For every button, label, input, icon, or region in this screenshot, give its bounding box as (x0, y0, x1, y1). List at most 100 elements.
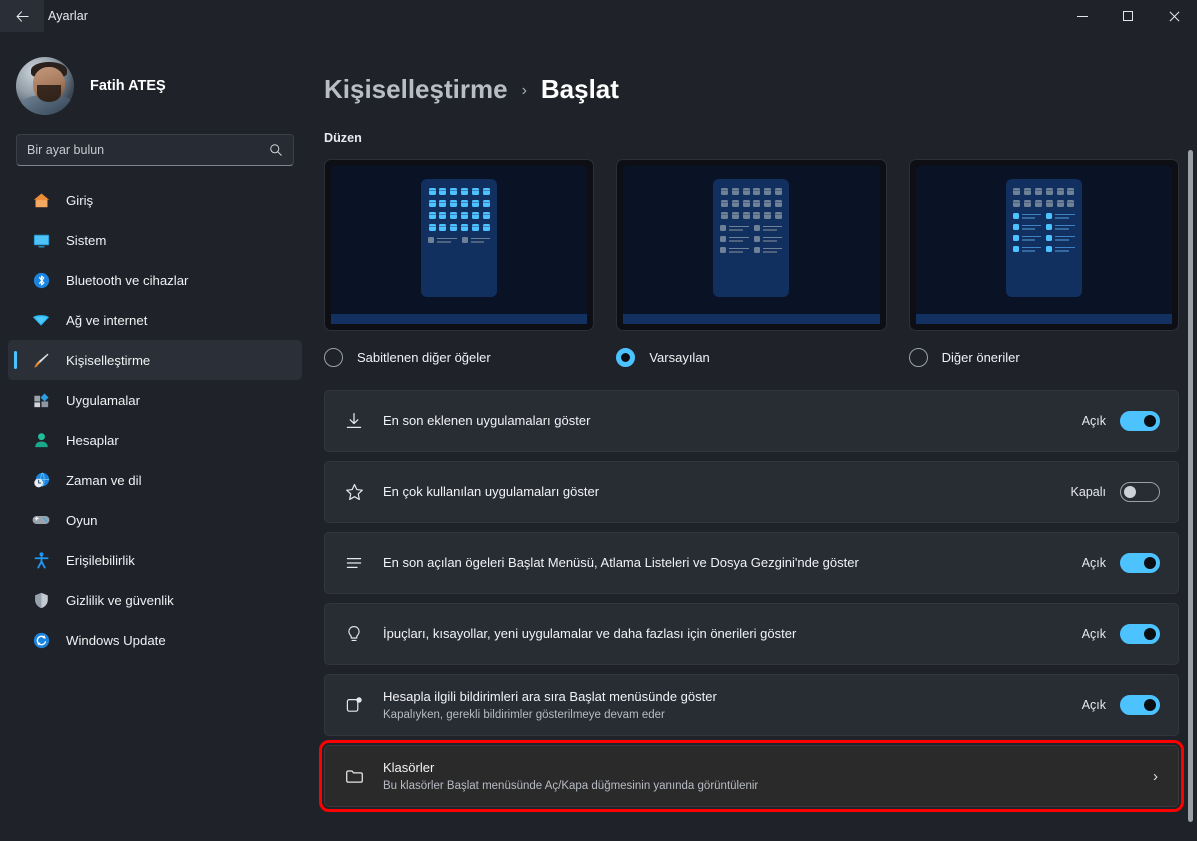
layout-radio-default[interactable]: Varsayılan (616, 347, 886, 367)
page-title: Başlat (541, 74, 619, 105)
scrollbar-thumb[interactable] (1188, 150, 1193, 822)
arrow-left-icon (15, 9, 30, 24)
layout-radio-more-pins[interactable]: Sabitlenen diğer öğeler (324, 347, 594, 367)
setting-row-most-used-apps[interactable]: En çok kullanılan uygulamaları göster Ka… (324, 461, 1179, 523)
wifi-icon (30, 309, 52, 331)
layout-preview-thumbnail[interactable] (324, 159, 594, 331)
layout-radio-more-recommendations[interactable]: Diğer öneriler (909, 347, 1179, 367)
monitor-icon (30, 229, 52, 251)
sidebar-item-label: Uygulamalar (66, 393, 140, 408)
search-section (0, 122, 310, 166)
layout-option-label: Varsayılan (649, 350, 709, 365)
close-button[interactable] (1151, 0, 1197, 32)
star-icon (341, 482, 367, 503)
setting-row-recently-added-apps[interactable]: En son eklenen uygulamaları göster Açık (324, 390, 1179, 452)
sidebar-item-ag-ve-internet[interactable]: Ağ ve internet (8, 300, 302, 340)
lightbulb-icon (341, 624, 367, 644)
radio-button[interactable] (616, 348, 635, 367)
toggle-switch[interactable] (1120, 411, 1160, 431)
chevron-right-icon[interactable]: › (1153, 768, 1160, 785)
update-icon (30, 629, 52, 651)
sidebar-item-label: Giriş (66, 193, 93, 208)
layout-section-label: Düzen (310, 131, 1197, 145)
settings-window: Ayarlar Fatih ATEŞ (0, 0, 1197, 841)
radio-button[interactable] (324, 348, 343, 367)
toggle-state-label: Açık (1082, 698, 1106, 712)
toggle-state-label: Açık (1082, 414, 1106, 428)
layout-options: Sabitlenen diğer öğeler (310, 159, 1197, 367)
layout-preview-thumbnail[interactable] (616, 159, 886, 331)
back-button[interactable] (0, 0, 44, 32)
paintbrush-icon (30, 349, 52, 371)
sidebar-nav: Giriş Sistem Bluetooth ve cihazlar (0, 180, 310, 660)
sidebar-item-label: Kişiselleştirme (66, 353, 150, 368)
layout-option-label: Sabitlenen diğer öğeler (357, 350, 491, 365)
settings-list: En son eklenen uygulamaları göster Açık … (310, 390, 1197, 807)
search-box[interactable] (16, 134, 294, 166)
setting-subtitle: Bu klasörler Başlat menüsünde Aç/Kapa dü… (383, 780, 1153, 792)
sidebar-item-zaman-ve-dil[interactable]: Zaman ve dil (8, 460, 302, 500)
sidebar-item-bluetooth-ve-cihazlar[interactable]: Bluetooth ve cihazlar (8, 260, 302, 300)
setting-title: İpuçları, kısayollar, yeni uygulamalar v… (383, 626, 1082, 643)
setting-title: Hesapla ilgili bildirimleri ara sıra Baş… (383, 689, 1082, 706)
toggle-state-label: Açık (1082, 556, 1106, 570)
window-controls (1059, 0, 1197, 32)
toggle-state-label: Kapalı (1071, 485, 1106, 499)
setting-row-recently-opened-items[interactable]: En son açılan ögeleri Başlat Menüsü, Atl… (324, 532, 1179, 594)
sidebar-item-label: Ağ ve internet (66, 313, 147, 328)
sidebar-item-sistem[interactable]: Sistem (8, 220, 302, 260)
sidebar-item-oyun[interactable]: Oyun (8, 500, 302, 540)
sidebar-item-windows-update[interactable]: Windows Update (8, 620, 302, 660)
gamepad-icon (30, 509, 52, 531)
minimize-button[interactable] (1059, 0, 1105, 32)
shield-icon (30, 589, 52, 611)
sidebar-item-label: Erişilebilirlik (66, 553, 135, 568)
avatar (16, 57, 74, 115)
toggle-state-label: Açık (1082, 627, 1106, 641)
sidebar-item-label: Hesaplar (66, 433, 119, 448)
content-scrollbar[interactable] (1188, 118, 1193, 835)
layout-option-more-recommendations[interactable]: Diğer öneriler (909, 159, 1179, 367)
setting-title: En çok kullanılan uygulamaları göster (383, 484, 1071, 501)
sidebar-item-label: Oyun (66, 513, 98, 528)
content-pane: Kişiselleştirme › Başlat Düzen (310, 32, 1197, 841)
sidebar-item-uygulamalar[interactable]: Uygulamalar (8, 380, 302, 420)
setting-row-folders[interactable]: Klasörler Bu klasörler Başlat menüsünde … (324, 745, 1179, 807)
breadcrumb-parent[interactable]: Kişiselleştirme (324, 74, 508, 105)
close-icon (1168, 10, 1180, 22)
minimize-icon (1077, 16, 1088, 17)
sidebar-item-label: Windows Update (66, 633, 166, 648)
sidebar-item-erisilebilirlik[interactable]: Erişilebilirlik (8, 540, 302, 580)
layout-option-more-pins[interactable]: Sabitlenen diğer öğeler (324, 159, 594, 367)
search-icon (269, 143, 283, 157)
window-title: Ayarlar (48, 9, 88, 23)
toggle-switch[interactable] (1120, 695, 1160, 715)
layout-option-label: Diğer öneriler (942, 350, 1020, 365)
sidebar-item-kisisellestirme[interactable]: Kişiselleştirme (8, 340, 302, 380)
maximize-icon (1123, 11, 1133, 21)
maximize-button[interactable] (1105, 0, 1151, 32)
breadcrumb: Kişiselleştirme › Başlat (310, 74, 1197, 105)
sidebar-item-giris[interactable]: Giriş (8, 180, 302, 220)
toggle-switch[interactable] (1120, 553, 1160, 573)
sidebar-item-label: Gizlilik ve güvenlik (66, 593, 174, 608)
setting-title: En son açılan ögeleri Başlat Menüsü, Atl… (383, 555, 1082, 572)
toggle-switch[interactable] (1120, 482, 1160, 502)
sidebar-item-gizlilik-ve-guvenlik[interactable]: Gizlilik ve güvenlik (8, 580, 302, 620)
profile-section[interactable]: Fatih ATEŞ (0, 46, 310, 122)
sidebar-item-label: Bluetooth ve cihazlar (66, 273, 188, 288)
clock-globe-icon (30, 469, 52, 491)
search-input[interactable] (27, 143, 269, 157)
layout-option-default[interactable]: Varsayılan (616, 159, 886, 367)
apps-icon (30, 389, 52, 411)
setting-row-tips-shortcuts-suggestions[interactable]: İpuçları, kısayollar, yeni uygulamalar v… (324, 603, 1179, 665)
sidebar-item-hesaplar[interactable]: Hesaplar (8, 420, 302, 460)
toggle-switch[interactable] (1120, 624, 1160, 644)
download-icon (341, 411, 367, 431)
setting-title: Klasörler (383, 760, 1153, 777)
profile-name: Fatih ATEŞ (90, 78, 166, 94)
layout-preview-thumbnail[interactable] (909, 159, 1179, 331)
setting-row-account-notifications[interactable]: Hesapla ilgili bildirimleri ara sıra Baş… (324, 674, 1179, 736)
radio-button[interactable] (909, 348, 928, 367)
sidebar-item-label: Sistem (66, 233, 106, 248)
